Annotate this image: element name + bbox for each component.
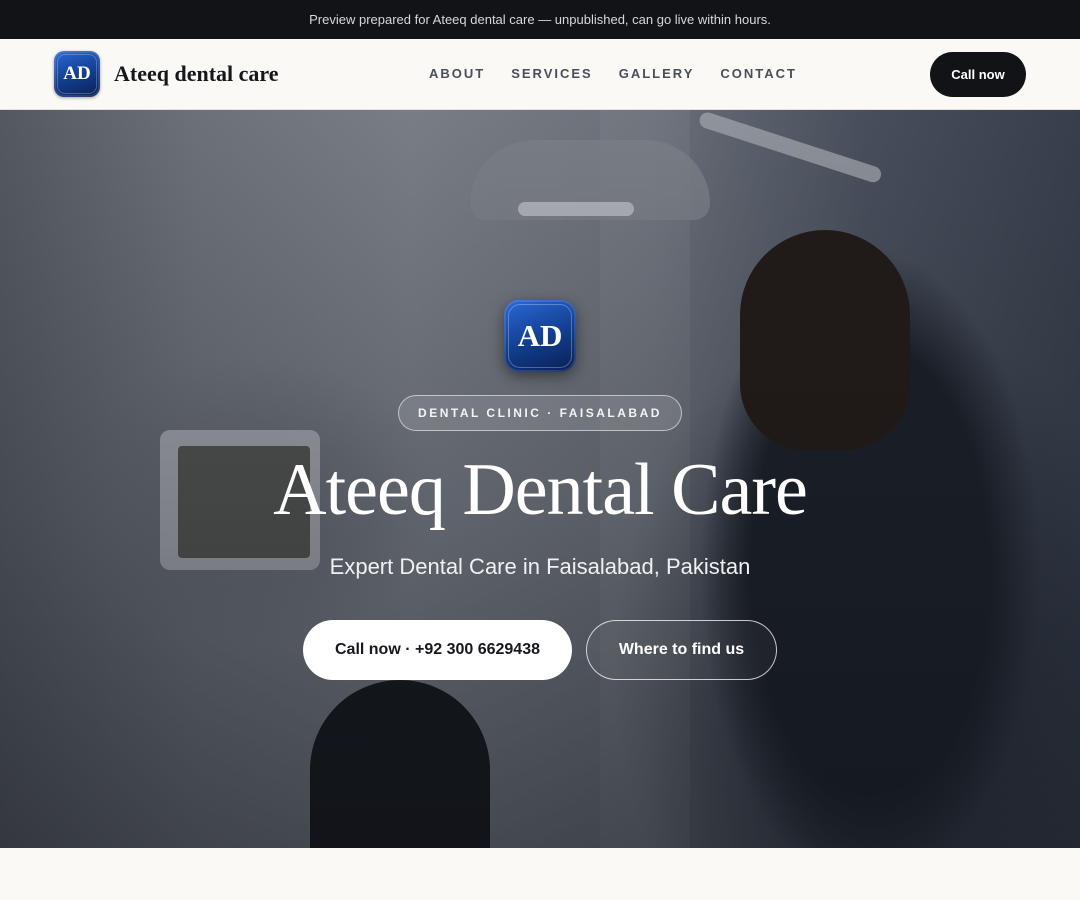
hero-tag-badge: DENTAL CLINIC · FAISALABAD (398, 395, 682, 431)
main-nav: ABOUT SERVICES GALLERY CONTACT (429, 66, 797, 81)
brand-name[interactable]: Ateeq dental care (114, 61, 279, 87)
nav-link-about[interactable]: ABOUT (429, 66, 485, 81)
hero-subtitle: Expert Dental Care in Faisalabad, Pakist… (329, 554, 751, 579)
nav-link-gallery[interactable]: GALLERY (619, 66, 695, 81)
brand-logo-text: AD (63, 63, 91, 84)
hero-location-button[interactable]: Where to find us (586, 620, 777, 680)
hero-logo-text: AD (517, 318, 563, 353)
site-header: AD Ateeq dental care ABOUT SERVICES GALL… (0, 39, 1080, 110)
header-call-button[interactable]: Call now (930, 52, 1026, 97)
hero-title: Ateeq Dental Care (273, 449, 808, 531)
nav-link-contact[interactable]: CONTACT (720, 66, 797, 81)
hero-section: AD DENTAL CLINIC · FAISALABAD Ateeq Dent… (0, 110, 1080, 848)
preview-banner-text: Preview prepared for Ateeq dental care —… (309, 12, 771, 27)
hero-call-button[interactable]: Call now · +92 300 6629438 (303, 620, 572, 680)
brand-logo[interactable]: AD (54, 51, 100, 97)
hero-logo: AD (504, 300, 576, 372)
nav-link-services[interactable]: SERVICES (511, 66, 593, 81)
preview-banner: Preview prepared for Ateeq dental care —… (0, 0, 1080, 39)
